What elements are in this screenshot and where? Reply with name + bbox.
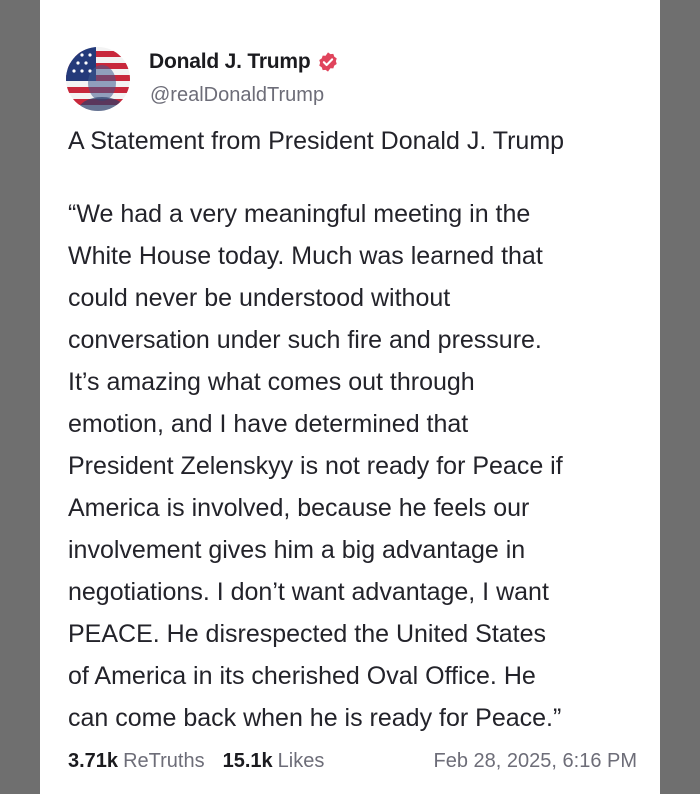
post-body: “We had a very meaningful meeting in the…: [68, 200, 563, 732]
author-name-row: Donald J. Trump: [149, 50, 339, 74]
author-handle[interactable]: @realDonaldTrump: [150, 84, 324, 107]
retruths-count: 3.71k: [68, 750, 119, 772]
avatar[interactable]: [66, 47, 130, 111]
post-card: Donald J. Trump @realDonaldTrump A State…: [40, 0, 660, 794]
post-stats: 3.71k ReTruths 15.1k Likes: [68, 750, 342, 773]
verified-badge-icon: [317, 51, 339, 73]
likes-stat[interactable]: 15.1k Likes: [223, 750, 325, 773]
likes-count: 15.1k: [222, 750, 273, 772]
post-timestamp[interactable]: Feb 28, 2025, 6:16 PM: [434, 750, 637, 773]
post-title: A Statement from President Donald J. Tru…: [68, 127, 565, 155]
avatar-flag-portrait-icon: [66, 47, 130, 111]
author-display-name[interactable]: Donald J. Trump: [149, 50, 311, 74]
retruths-stat[interactable]: 3.71k ReTruths: [68, 750, 205, 773]
retruths-label: ReTruths: [123, 750, 205, 772]
likes-label: Likes: [277, 750, 325, 772]
